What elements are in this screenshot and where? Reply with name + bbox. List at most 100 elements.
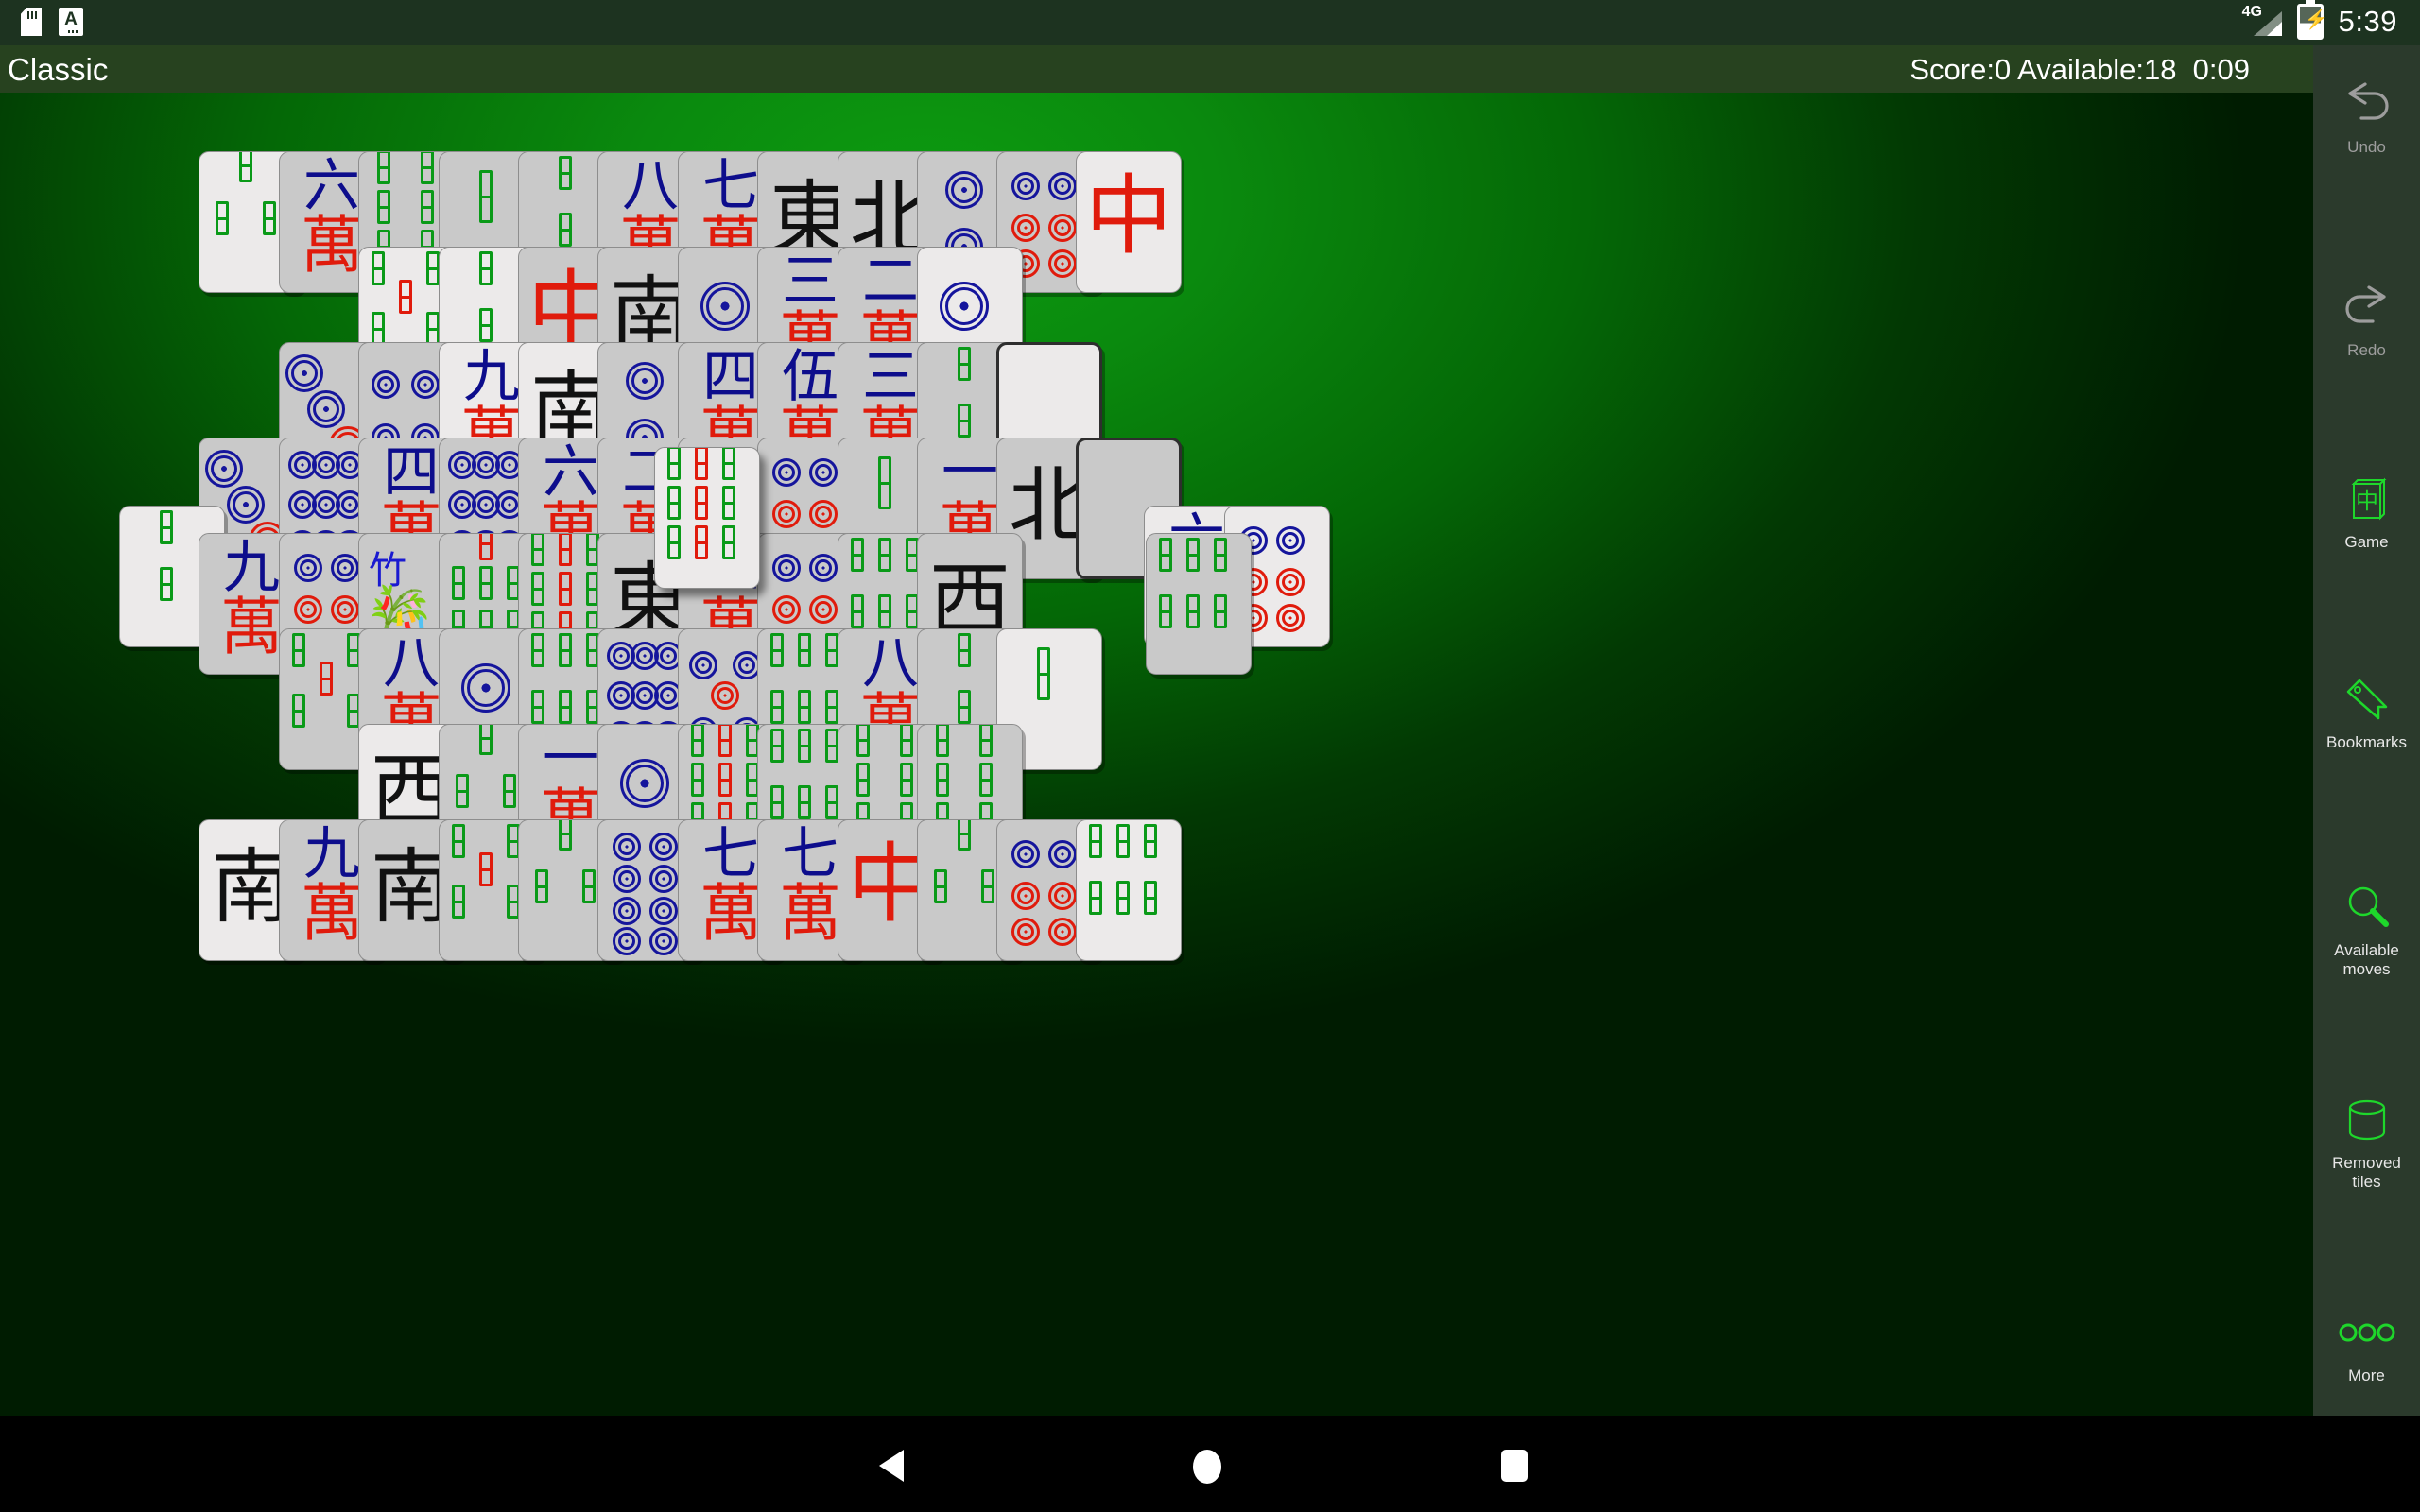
bamboo-stick [1159,538,1172,572]
game-stats: Score:0 Available:18 0:09 [1910,53,2250,86]
bamboo-stick [479,251,493,285]
tile-face [655,448,759,588]
circle-dot [294,595,322,624]
bamboo-stick [958,347,971,381]
bamboo-stick [718,725,732,757]
bamboo-stick [426,251,440,285]
circle-dot [772,554,801,582]
circle-dot [626,362,664,400]
circle-dot [331,554,359,582]
sd-card-icon [21,8,42,36]
status-left-icons: A [21,8,83,36]
bamboo-stick [535,869,548,903]
circle-dot [1011,840,1040,868]
mahjong-tile[interactable] [654,447,760,589]
bamboo-stick [452,566,465,600]
bamboo-stick [1037,647,1050,700]
bamboo-stick [667,486,681,520]
game-board[interactable]: 六萬八萬七萬東北中中南三萬二萬九萬南四萬伍萬三萬四萬六萬二萬菊✿一萬北六萬九萬竹… [0,93,2313,1416]
bamboo-stick [377,190,390,224]
square-icon[interactable] [1501,1450,1528,1482]
bamboo-stick [452,885,465,919]
tile-face [1077,820,1181,960]
bamboo-stick [377,152,390,184]
circle-dot [809,500,838,528]
bamboo-stick [878,594,891,628]
bamboo-stick [798,729,811,763]
circle-dot [772,500,801,528]
circle-dot [649,927,678,955]
bamboo-stick [856,763,870,797]
bamboo-stick [160,510,173,544]
sidebar-item-removed-tiles[interactable]: Removed tiles [2313,1090,2420,1192]
circle-dot [689,651,717,679]
bamboo-stick [1214,594,1227,628]
bamboo-stick [958,690,971,724]
bamboo-stick [851,538,864,572]
bamboo-stick [399,280,412,314]
mahjong-tile[interactable]: 中 [1076,151,1182,293]
bamboo-stick [1144,881,1157,915]
bamboo-stick [1089,881,1102,915]
circle-dot [372,370,400,399]
circle-dot [1276,568,1305,596]
circle-dot [649,897,678,925]
cylinder-icon [2313,1090,2420,1150]
sidebar-item-available-moves[interactable]: Available moves [2313,877,2420,979]
bamboo-stick [292,633,305,667]
bamboo-stick [979,763,993,797]
bamboo-stick [479,534,493,560]
bamboo-stick [722,448,735,480]
bamboo-stick [958,820,971,850]
circle-dot [809,554,838,582]
circle-dot [649,865,678,893]
bamboo-stick [851,594,864,628]
triangle-left-icon[interactable] [879,1450,904,1482]
circle-dot [700,282,750,331]
circle-dot [1048,172,1077,200]
circle-dot [1276,526,1305,555]
bamboo-stick [479,308,493,342]
bamboo-stick [958,404,971,438]
redo-arrow-icon [2313,277,2420,337]
bamboo-stick [479,566,493,600]
circle-dot [945,171,983,209]
bamboo-stick [936,763,949,797]
bamboo-stick [320,662,333,696]
bamboo-stick [559,690,572,724]
bamboo-stick [1116,881,1130,915]
sidebar-item-bookmarks[interactable]: Bookmarks [2313,669,2420,752]
magnifier-icon [2313,877,2420,937]
bamboo-stick [1186,594,1200,628]
bamboo-stick [1186,538,1200,572]
bamboo-stick [559,572,572,606]
bamboo-stick [695,486,708,520]
bamboo-stick [825,729,838,763]
circle-dot [1011,882,1040,910]
sidebar-item-game[interactable]: 中 Game [2313,469,2420,552]
circle-dot [227,486,265,524]
circle-dot [1048,882,1077,910]
sidebar-item-undo[interactable]: Undo [2313,74,2420,157]
bamboo-stick [798,633,811,667]
mahjong-tile[interactable] [1146,533,1252,675]
android-nav-bar [0,1416,2420,1512]
circle-dot [809,595,838,624]
bamboo-stick [770,633,784,667]
bamboo-stick [531,690,544,724]
circle-dot [613,865,641,893]
bamboo-stick [372,312,385,346]
app-title-bar: Classic Score:0 Available:18 0:09 [0,45,2420,93]
bamboo-stick [531,534,544,566]
bamboo-stick [981,869,994,903]
sidebar-item-redo[interactable]: Redo [2313,277,2420,360]
bamboo-stick [825,690,838,724]
mahjong-tile[interactable] [1076,819,1182,961]
bamboo-stick [426,312,440,346]
circle-dot [1048,249,1077,278]
tile-face: 中 [1077,152,1181,292]
circle-icon[interactable] [1193,1450,1221,1484]
sidebar-item-more[interactable]: More [2313,1302,2420,1385]
bamboo-stick [479,725,493,755]
bamboo-stick [722,525,735,559]
